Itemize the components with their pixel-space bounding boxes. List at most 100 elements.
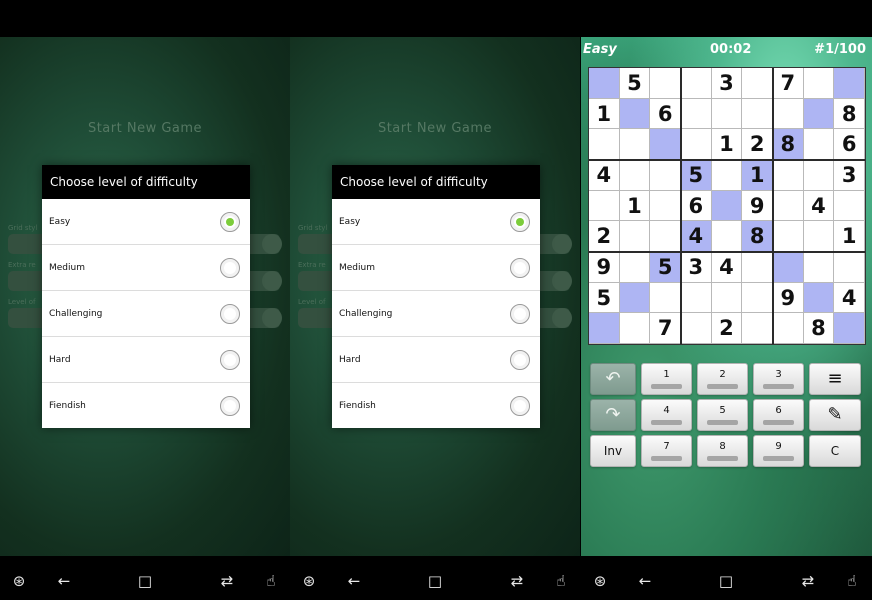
sudoku-cell[interactable] [834, 68, 865, 99]
option-fiendish[interactable]: Fiendish [332, 383, 540, 429]
back-icon[interactable]: ← [55, 572, 73, 590]
option-fiendish[interactable]: Fiendish [42, 383, 250, 429]
sudoku-cell[interactable] [711, 282, 743, 314]
sudoku-cell[interactable]: 6 [681, 190, 712, 222]
radio-button[interactable] [510, 304, 530, 324]
gesture-icon[interactable]: ☝ [552, 572, 570, 590]
digit-2-button[interactable]: 2 [697, 363, 748, 395]
option-challenging[interactable]: Challenging [332, 291, 540, 337]
sudoku-cell[interactable] [803, 68, 835, 99]
sudoku-cell[interactable]: 8 [742, 221, 773, 252]
home-icon[interactable]: □ [136, 572, 154, 590]
sudoku-cell[interactable] [742, 313, 773, 344]
digit-5-button[interactable]: 5 [697, 399, 748, 431]
sudoku-cell[interactable] [711, 98, 743, 130]
sudoku-cell[interactable]: 5 [589, 282, 620, 314]
sudoku-cell[interactable]: 2 [711, 313, 743, 344]
radio-button[interactable] [510, 350, 530, 370]
sudoku-cell[interactable]: 5 [681, 160, 712, 191]
sudoku-cell[interactable] [773, 252, 804, 283]
sudoku-cell[interactable] [773, 190, 804, 222]
home-icon[interactable]: □ [717, 572, 735, 590]
gesture-icon[interactable]: ☝ [262, 572, 280, 590]
invert-button[interactable]: Inv [590, 435, 636, 467]
digit-6-button[interactable]: 6 [753, 399, 804, 431]
sudoku-cell[interactable] [681, 313, 712, 344]
sudoku-cell[interactable]: 4 [711, 252, 743, 283]
sudoku-cell[interactable]: 3 [834, 160, 865, 191]
digit-1-button[interactable]: 1 [641, 363, 692, 395]
sudoku-cell[interactable]: 2 [742, 129, 773, 160]
sudoku-cell[interactable]: 8 [773, 129, 804, 160]
sudoku-cell[interactable] [742, 282, 773, 314]
clear-button[interactable]: C [809, 435, 861, 467]
sudoku-cell[interactable] [619, 129, 651, 160]
sudoku-cell[interactable] [589, 313, 620, 344]
sudoku-cell[interactable] [711, 190, 743, 222]
sudoku-cell[interactable]: 6 [650, 98, 681, 130]
sudoku-cell[interactable] [589, 68, 620, 99]
sudoku-cell[interactable]: 5 [619, 68, 651, 99]
accessibility-icon[interactable]: ⊛ [300, 572, 318, 590]
digit-7-button[interactable]: 7 [641, 435, 692, 467]
sudoku-cell[interactable] [681, 282, 712, 314]
sudoku-cell[interactable] [619, 252, 651, 283]
sudoku-cell[interactable]: 3 [711, 68, 743, 99]
sudoku-cell[interactable] [773, 160, 804, 191]
sudoku-cell[interactable] [834, 190, 865, 222]
sudoku-cell[interactable]: 7 [773, 68, 804, 99]
option-easy[interactable]: Easy [332, 199, 540, 245]
sudoku-cell[interactable] [619, 98, 651, 130]
undo-button[interactable]: ↶ [590, 363, 636, 395]
sudoku-cell[interactable] [803, 129, 835, 160]
sudoku-cell[interactable] [773, 98, 804, 130]
sudoku-cell[interactable] [773, 221, 804, 252]
sudoku-cell[interactable] [803, 98, 835, 130]
gesture-icon[interactable]: ☝ [843, 572, 861, 590]
radio-button[interactable] [510, 258, 530, 278]
sudoku-cell[interactable] [834, 252, 865, 283]
recents-icon[interactable]: ⇄ [799, 572, 817, 590]
sudoku-cell[interactable] [803, 160, 835, 191]
sudoku-cell[interactable] [619, 221, 651, 252]
radio-button-selected[interactable] [220, 212, 240, 232]
option-medium[interactable]: Medium [332, 245, 540, 291]
sudoku-cell[interactable] [681, 98, 712, 130]
sudoku-cell[interactable] [650, 129, 681, 160]
sudoku-cell[interactable] [589, 190, 620, 222]
sudoku-cell[interactable]: 9 [742, 190, 773, 222]
sudoku-cell[interactable]: 4 [681, 221, 712, 252]
sudoku-cell[interactable]: 1 [742, 160, 773, 191]
sudoku-cell[interactable]: 5 [650, 252, 681, 283]
sudoku-cell[interactable] [773, 313, 804, 344]
option-easy[interactable]: Easy [42, 199, 250, 245]
sudoku-cell[interactable]: 4 [834, 282, 865, 314]
radio-button[interactable] [510, 396, 530, 416]
sudoku-cell[interactable] [742, 98, 773, 130]
sudoku-cell[interactable] [619, 160, 651, 191]
redo-button[interactable]: ↷ [590, 399, 636, 431]
sudoku-cell[interactable] [650, 68, 681, 99]
recents-icon[interactable]: ⇄ [508, 572, 526, 590]
option-hard[interactable]: Hard [332, 337, 540, 383]
sudoku-cell[interactable]: 3 [681, 252, 712, 283]
sudoku-cell[interactable]: 1 [834, 221, 865, 252]
sudoku-cell[interactable] [650, 190, 681, 222]
option-hard[interactable]: Hard [42, 337, 250, 383]
sudoku-cell[interactable]: 4 [803, 190, 835, 222]
digit-9-button[interactable]: 9 [753, 435, 804, 467]
back-icon[interactable]: ← [636, 572, 654, 590]
sudoku-cell[interactable] [619, 313, 651, 344]
sudoku-cell[interactable] [650, 221, 681, 252]
back-icon[interactable]: ← [345, 572, 363, 590]
sudoku-cell[interactable] [650, 160, 681, 191]
radio-button[interactable] [220, 396, 240, 416]
option-challenging[interactable]: Challenging [42, 291, 250, 337]
sudoku-cell[interactable] [619, 282, 651, 314]
pencil-button[interactable]: ✎ [809, 399, 861, 431]
sudoku-cell[interactable]: 2 [589, 221, 620, 252]
sudoku-cell[interactable] [834, 313, 865, 344]
sudoku-cell[interactable] [803, 252, 835, 283]
sudoku-cell[interactable]: 8 [803, 313, 835, 344]
sudoku-cell[interactable] [711, 160, 743, 191]
